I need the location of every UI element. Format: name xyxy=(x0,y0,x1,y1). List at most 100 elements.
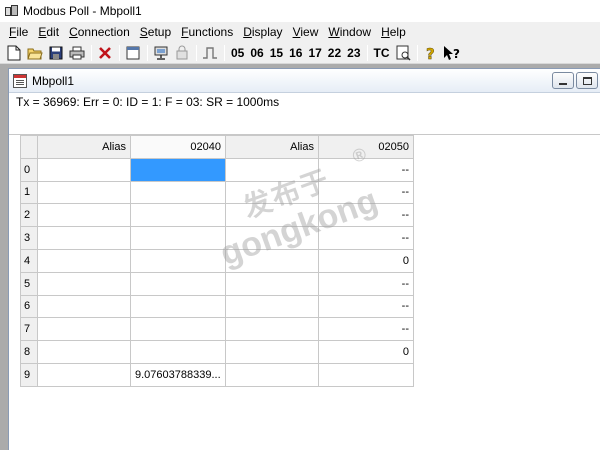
alias-cell[interactable] xyxy=(225,180,319,205)
value-cell-02050[interactable]: -- xyxy=(318,180,414,205)
row-header[interactable]: 3 xyxy=(20,226,38,250)
svg-text:?: ? xyxy=(453,47,460,61)
connect-icon[interactable] xyxy=(151,43,171,63)
menu-bar: File Edit Connection Setup Functions Dis… xyxy=(0,22,600,42)
fc-23-button[interactable]: 23 xyxy=(344,43,363,63)
alias-cell[interactable] xyxy=(37,180,131,205)
alias-cell[interactable] xyxy=(225,226,319,250)
status-line: Tx = 36969: Err = 0: ID = 1: F = 03: SR … xyxy=(9,93,600,135)
menu-setup[interactable]: Setup xyxy=(135,22,176,42)
value-cell-02050[interactable]: -- xyxy=(318,317,414,342)
corner-cell xyxy=(20,135,38,159)
value-cell-02050[interactable]: -- xyxy=(318,271,414,296)
window-title: Modbus Poll - Mbpoll1 xyxy=(23,4,142,18)
alias-cell[interactable] xyxy=(37,362,131,387)
alias-cell[interactable] xyxy=(37,203,131,228)
value-cell-02040[interactable]: 9.07603788339... xyxy=(130,362,226,387)
window-icon[interactable] xyxy=(123,43,143,63)
alias-cell[interactable] xyxy=(225,294,319,319)
column-header-02050[interactable]: 02050 xyxy=(318,135,414,159)
alias-cell[interactable] xyxy=(225,362,319,387)
maximize-icon xyxy=(582,76,592,85)
value-cell-02050[interactable]: 0 xyxy=(318,248,414,273)
table-row: 80 xyxy=(20,340,414,364)
print-icon[interactable] xyxy=(67,43,87,63)
alias-cell[interactable] xyxy=(37,157,131,182)
value-cell-02040[interactable] xyxy=(130,180,226,205)
fc-06-button[interactable]: 06 xyxy=(247,43,266,63)
menu-view[interactable]: View xyxy=(288,22,324,42)
row-header[interactable]: 4 xyxy=(20,248,38,273)
alias-cell[interactable] xyxy=(37,226,131,250)
pulse-icon[interactable] xyxy=(200,43,220,63)
menu-functions[interactable]: Functions xyxy=(176,22,238,42)
fc-15-button[interactable]: 15 xyxy=(267,43,286,63)
fc-16-button[interactable]: 16 xyxy=(286,43,305,63)
value-cell-02040[interactable] xyxy=(130,317,226,342)
value-cell-02050[interactable] xyxy=(318,362,414,387)
alias-cell[interactable] xyxy=(37,317,131,342)
value-cell-02040[interactable] xyxy=(130,248,226,273)
table-row: 0 -- xyxy=(20,157,414,182)
row-header[interactable]: 5 xyxy=(20,271,38,296)
fc-17-button[interactable]: 17 xyxy=(305,43,324,63)
alias-cell[interactable] xyxy=(225,271,319,296)
value-cell-02040[interactable] xyxy=(130,271,226,296)
help-icon[interactable]: ? xyxy=(421,43,441,63)
child-window-title: Mbpoll1 xyxy=(32,73,75,88)
alias-cell[interactable] xyxy=(37,294,131,319)
column-header-alias-1[interactable]: Alias xyxy=(37,135,131,159)
menu-display[interactable]: Display xyxy=(238,22,287,42)
context-help-icon[interactable]: ? xyxy=(442,43,462,63)
alias-cell[interactable] xyxy=(225,157,319,182)
minimize-button[interactable] xyxy=(552,72,574,89)
row-header[interactable]: 2 xyxy=(20,203,38,228)
row-header[interactable]: 7 xyxy=(20,317,38,342)
mbpoll1-title-bar[interactable]: Mbpoll1 xyxy=(9,69,600,93)
value-cell-02040[interactable] xyxy=(130,340,226,364)
column-header-02040[interactable]: 02040 xyxy=(130,135,226,159)
menu-window[interactable]: Window xyxy=(323,22,376,42)
menu-file[interactable]: File xyxy=(4,22,33,42)
toolbar-separator xyxy=(196,44,197,61)
row-header[interactable]: 6 xyxy=(20,294,38,319)
disconnect-icon[interactable] xyxy=(95,43,115,63)
fc-05-button[interactable]: 05 xyxy=(228,43,247,63)
alias-cell[interactable] xyxy=(37,248,131,273)
alias-cell[interactable] xyxy=(225,317,319,342)
title-bar: Modbus Poll - Mbpoll1 xyxy=(0,0,600,22)
fc-22-button[interactable]: 22 xyxy=(325,43,344,63)
column-header-alias-2[interactable]: Alias xyxy=(225,135,319,159)
mbpoll1-window[interactable]: Mbpoll1 Tx = 36969: Err = 0: ID = 1: F =… xyxy=(8,68,600,450)
value-cell-02050[interactable]: -- xyxy=(318,226,414,250)
read-icon[interactable] xyxy=(172,43,192,63)
alias-cell[interactable] xyxy=(225,340,319,364)
table-row: 2 -- xyxy=(20,203,414,228)
tc-button[interactable]: TC xyxy=(371,43,393,63)
value-cell-02050[interactable]: 0 xyxy=(318,340,414,364)
value-cell-02040[interactable] xyxy=(130,203,226,228)
menu-help[interactable]: Help xyxy=(376,22,411,42)
alias-cell[interactable] xyxy=(37,340,131,364)
test-center-icon[interactable] xyxy=(393,43,413,63)
row-header[interactable]: 1 xyxy=(20,180,38,205)
value-cell-02050[interactable]: -- xyxy=(318,157,414,182)
menu-connection[interactable]: Connection xyxy=(64,22,135,42)
alias-cell[interactable] xyxy=(37,271,131,296)
value-cell-02040[interactable] xyxy=(130,226,226,250)
alias-cell[interactable] xyxy=(225,203,319,228)
row-header[interactable]: 0 xyxy=(20,157,38,182)
row-header[interactable]: 9 xyxy=(20,362,38,387)
new-icon[interactable] xyxy=(4,43,24,63)
maximize-button[interactable] xyxy=(576,72,598,89)
row-header[interactable]: 8 xyxy=(20,340,38,364)
value-cell-02050[interactable]: -- xyxy=(318,294,414,319)
register-table: Alias 02040 Alias 02050 0 -- 1 -- 2 -- 3 -- 4 0 5-… xyxy=(20,135,414,387)
open-icon[interactable] xyxy=(25,43,45,63)
value-cell-02050[interactable]: -- xyxy=(318,203,414,228)
save-icon[interactable] xyxy=(46,43,66,63)
value-cell-02040[interactable] xyxy=(130,294,226,319)
alias-cell[interactable] xyxy=(225,248,319,273)
menu-edit[interactable]: Edit xyxy=(33,22,64,42)
value-cell-02040[interactable] xyxy=(130,157,226,182)
